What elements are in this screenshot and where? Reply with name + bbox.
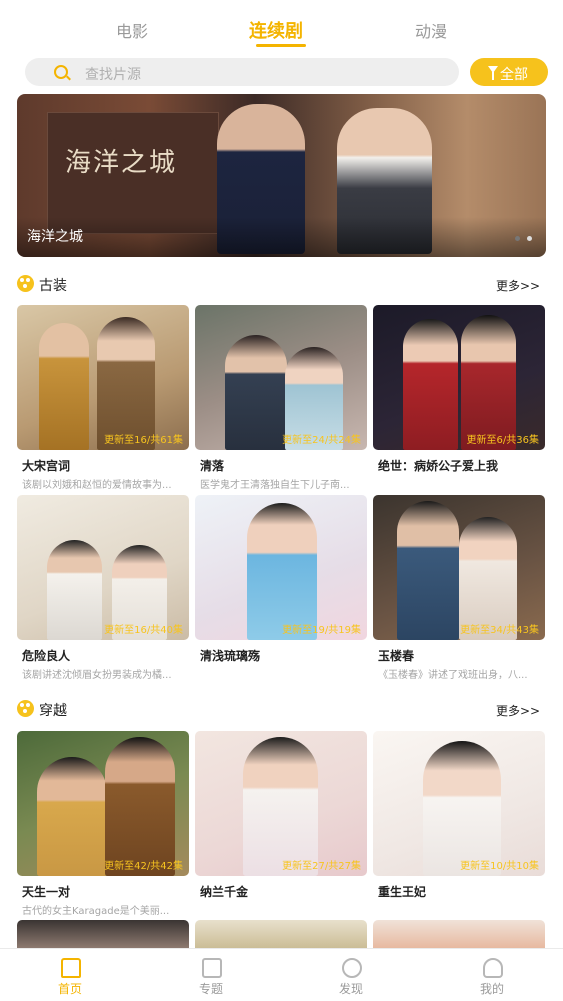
search-icon xyxy=(54,65,68,79)
top-tab-bar: 电影 连续剧 动漫 xyxy=(0,0,563,52)
drama-title: 重生王妃 xyxy=(378,885,427,899)
episode-badge: 更新至34/共43集 xyxy=(460,625,539,636)
search-placeholder: 查找片源 xyxy=(85,67,141,83)
drama-title: 纳兰千金 xyxy=(200,885,249,899)
episode-badge: 更新至6/共36集 xyxy=(466,435,539,446)
active-tab-indicator xyxy=(256,44,306,47)
home-icon xyxy=(61,958,81,978)
episode-badge: 更新至42/共42集 xyxy=(104,861,183,872)
drama-title: 大宋宫词 xyxy=(22,459,71,473)
drama-poster: 更新至6/共36集 xyxy=(373,305,545,450)
nav-discover[interactable]: 发现 xyxy=(311,949,391,1001)
drama-description: 该剧以刘娥和赵恒的爱情故事为... xyxy=(22,480,172,491)
section-title: 穿越 xyxy=(39,703,67,719)
tab-series[interactable]: 连续剧 xyxy=(249,17,303,43)
episode-badge: 更新至16/共40集 xyxy=(104,625,183,636)
nav-home[interactable]: 首页 xyxy=(30,949,110,1001)
drama-card[interactable]: 更新至10/共10集 重生王妃 xyxy=(373,731,545,899)
banner-carousel[interactable]: 海洋之城 海洋之城 xyxy=(17,94,546,257)
drama-poster: 更新至10/共10集 xyxy=(373,731,545,876)
nav-discover-label: 发现 xyxy=(338,982,363,996)
compass-icon xyxy=(342,958,362,978)
drama-card[interactable]: 更新至16/共61集 大宋宫词 该剧以刘娥和赵恒的爱情故事为... xyxy=(17,305,189,491)
nav-topics-label: 专题 xyxy=(198,982,223,996)
drama-description: 古代的女主Karagade是个美丽... xyxy=(22,906,170,917)
section-more-link[interactable]: 更多>> xyxy=(496,277,540,294)
filter-all-label: 全部 xyxy=(500,67,528,83)
tab-anime[interactable]: 动漫 xyxy=(415,18,447,42)
drama-card[interactable]: 更新至34/共43集 玉楼春 《玉楼春》讲述了戏班出身，八... xyxy=(373,495,545,681)
drama-poster: 更新至27/共27集 xyxy=(195,731,367,876)
episode-badge: 更新至24/共24集 xyxy=(282,435,361,446)
bottom-nav: 首页 专题 发现 我的 xyxy=(0,948,563,1001)
drama-title: 玉楼春 xyxy=(378,649,415,663)
episode-badge: 更新至27/共27集 xyxy=(282,861,361,872)
drama-poster: 更新至16/共61集 xyxy=(17,305,189,450)
banner-caption-overlay xyxy=(17,217,546,257)
drama-description: 该剧讲述沈倾眉女扮男装成为橘... xyxy=(22,670,172,681)
episode-badge: 更新至19/共19集 xyxy=(282,625,361,636)
section-chuan-yue-icon xyxy=(17,700,34,717)
drama-card[interactable]: 更新至42/共42集 天生一对 古代的女主Karagade是个美丽... xyxy=(17,731,189,917)
drama-card[interactable]: 更新至6/共36集 绝世：病娇公子爱上我 xyxy=(373,305,545,473)
drama-title: 危险良人 xyxy=(22,649,71,663)
section-gu-zhuang-icon xyxy=(17,275,34,292)
section-more-link[interactable]: 更多>> xyxy=(496,702,540,719)
drama-description: 《玉楼春》讲述了戏班出身，八... xyxy=(378,670,528,681)
search-input[interactable]: 查找片源 xyxy=(25,58,459,86)
drama-title: 绝世：病娇公子爱上我 xyxy=(378,459,499,473)
drama-poster: 更新至19/共19集 xyxy=(195,495,367,640)
banner-poster-title: 海洋之城 xyxy=(65,148,178,178)
drama-card[interactable]: 更新至27/共27集 纳兰千金 xyxy=(195,731,367,899)
video-icon xyxy=(202,958,222,978)
nav-profile[interactable]: 我的 xyxy=(452,949,532,1001)
drama-card[interactable]: 更新至19/共19集 清浅琉璃殇 xyxy=(195,495,367,663)
section-title: 古装 xyxy=(39,278,67,294)
drama-poster-partial[interactable] xyxy=(17,920,189,948)
drama-poster: 更新至34/共43集 xyxy=(373,495,545,640)
drama-card[interactable]: 更新至24/共24集 清落 医学鬼才王清落独自生下儿子南... xyxy=(195,305,367,491)
drama-poster: 更新至24/共24集 xyxy=(195,305,367,450)
tab-movies[interactable]: 电影 xyxy=(116,18,148,42)
nav-profile-label: 我的 xyxy=(479,982,504,996)
filter-icon xyxy=(488,66,498,80)
drama-title: 清浅琉璃殇 xyxy=(200,649,261,663)
carousel-dot[interactable] xyxy=(515,236,520,241)
drama-title: 清落 xyxy=(200,459,225,473)
nav-topics[interactable]: 专题 xyxy=(171,949,251,1001)
drama-poster-partial[interactable] xyxy=(373,920,545,948)
user-icon xyxy=(483,958,503,978)
drama-title: 天生一对 xyxy=(22,885,71,899)
drama-description: 医学鬼才王清落独自生下儿子南... xyxy=(200,480,350,491)
episode-badge: 更新至10/共10集 xyxy=(460,861,539,872)
banner-caption: 海洋之城 xyxy=(27,229,83,245)
nav-home-label: 首页 xyxy=(57,982,82,996)
drama-card[interactable]: 更新至16/共40集 危险良人 该剧讲述沈倾眉女扮男装成为橘... xyxy=(17,495,189,681)
filter-all-button[interactable]: 全部 xyxy=(470,58,548,86)
drama-poster: 更新至16/共40集 xyxy=(17,495,189,640)
drama-poster-partial[interactable] xyxy=(195,920,367,948)
episode-badge: 更新至16/共61集 xyxy=(104,435,183,446)
drama-poster: 更新至42/共42集 xyxy=(17,731,189,876)
carousel-dot-active[interactable] xyxy=(527,236,532,241)
